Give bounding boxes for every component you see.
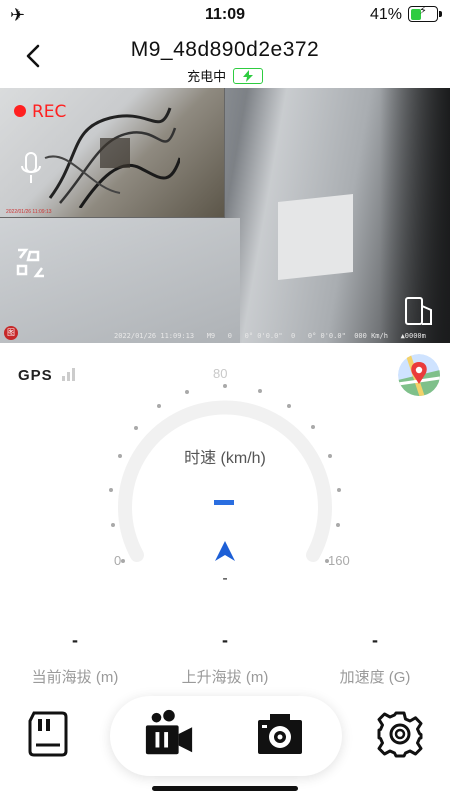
- heading-value: -: [222, 570, 228, 587]
- app-screen: ✈ 11:09 41% ⚡ M9_48d890d2e372 充电中 REC 20…: [0, 0, 450, 800]
- charging-battery-icon: [232, 68, 263, 84]
- sd-card-button[interactable]: [22, 708, 74, 760]
- battery-percent: 41%: [369, 6, 402, 23]
- home-indicator: [152, 786, 298, 791]
- stat-value: -: [72, 630, 78, 650]
- speed-unit-label: 时速 (km/h): [184, 450, 266, 467]
- microphone-icon[interactable]: [20, 152, 42, 186]
- rec-indicator: REC: [14, 102, 66, 122]
- record-video-button[interactable]: [143, 708, 195, 760]
- stat-current-altitude: - 当前海拔 (m): [0, 630, 150, 687]
- gauge-mid-label: 80: [213, 366, 228, 381]
- switch-camera-icon[interactable]: [14, 246, 48, 280]
- charging-label: 充电中: [187, 69, 227, 84]
- stat-value: -: [222, 630, 228, 650]
- settings-button[interactable]: [374, 708, 426, 760]
- gear-icon: [377, 711, 423, 758]
- bottom-toolbar: [0, 690, 450, 780]
- speed-value: [214, 500, 234, 505]
- rec-dot-icon: [14, 105, 26, 117]
- stat-value: -: [372, 630, 378, 650]
- battery-icon: ⚡: [408, 5, 442, 22]
- stat-label: 加速度 (G): [339, 669, 411, 686]
- stats-row: - 当前海拔 (m) - 上升海拔 (m) - 加速度 (G): [0, 630, 450, 690]
- brand-logo: 图: [4, 326, 18, 340]
- pip-camera-view[interactable]: REC 2022/01/26 11:09:13: [0, 88, 225, 218]
- stat-ascent: - 上升海拔 (m): [150, 630, 300, 687]
- camera-overlay-text: 2022/01/26 11:09:13 M9 0 0° 0'0.0" 0 0° …: [114, 332, 426, 340]
- pip-timestamp: 2022/01/26 11:09:13: [6, 209, 52, 215]
- stat-label: 当前海拔 (m): [31, 669, 119, 686]
- stat-acceleration: - 加速度 (G): [300, 630, 450, 687]
- fullscreen-icon[interactable]: [404, 296, 434, 326]
- gauge-max-label: 160: [328, 553, 350, 568]
- nav-bar: M9_48d890d2e372 充电中: [0, 30, 450, 88]
- device-title: M9_48d890d2e372: [130, 38, 320, 61]
- status-bar: ✈ 11:09 41% ⚡: [0, 0, 450, 30]
- charging-status: 充电中: [0, 66, 450, 85]
- video-camera-icon: [145, 709, 193, 755]
- stat-label: 上升海拔 (m): [181, 669, 269, 686]
- gauge-min-label: 0: [114, 553, 122, 568]
- camera-feed[interactable]: REC 2022/01/26 11:09:13 图 2022/01/26 11:…: [0, 88, 450, 343]
- sd-card-icon: [28, 711, 68, 757]
- navigation-arrow-icon: [215, 541, 235, 561]
- camera-icon: [258, 714, 302, 754]
- take-photo-button[interactable]: [254, 708, 306, 760]
